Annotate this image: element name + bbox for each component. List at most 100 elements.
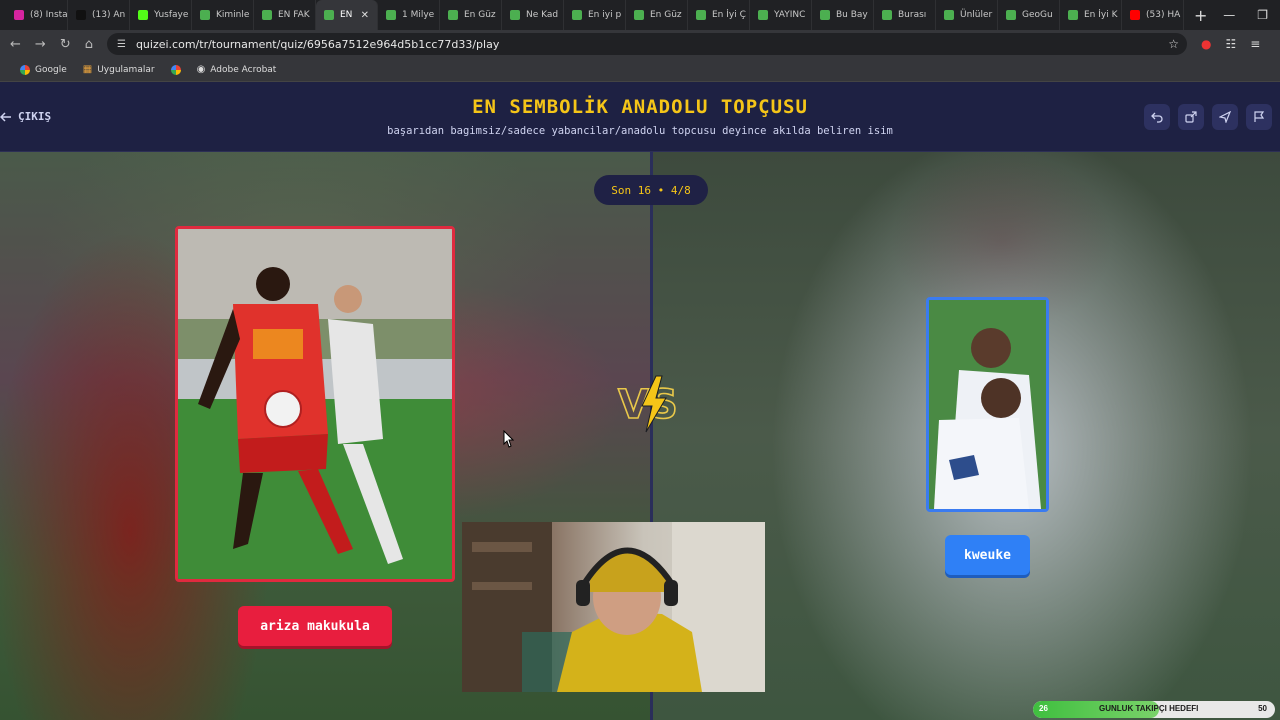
browser-tab[interactable]: Ünlüler xyxy=(936,0,998,30)
right-choice-image[interactable] xyxy=(926,297,1049,512)
url-field[interactable]: ☰ quizei.com/tr/tournament/quiz/6956a751… xyxy=(106,33,1187,55)
mouse-cursor-icon xyxy=(503,430,514,448)
browser-tab[interactable]: YAYINC xyxy=(750,0,812,30)
new-tab-button[interactable]: + xyxy=(1184,6,1217,25)
browser-tab[interactable]: Burası xyxy=(874,0,936,30)
browser-tab[interactable]: Yusfaye xyxy=(130,0,192,30)
tab-favicon-icon xyxy=(76,10,86,20)
tab-label: 1 Milye xyxy=(402,10,435,20)
extension-badge-icon[interactable]: ● xyxy=(1201,37,1211,51)
back-icon[interactable]: ← xyxy=(10,37,21,52)
left-choice-button[interactable]: ariza makukula xyxy=(238,606,392,646)
browser-tab-bar: (8) Insta (13) An Yusfaye Kiminle EN FAK EN ✕ 1… xyxy=(0,0,1280,30)
browser-tab[interactable]: (53) HA xyxy=(1122,0,1184,30)
tab-label: (13) An xyxy=(92,10,126,20)
url-text: quizei.com/tr/tournament/quiz/6956a7512e… xyxy=(135,37,500,51)
tab-label: EN FAK xyxy=(278,10,310,20)
send-icon xyxy=(1219,111,1231,123)
tab-label: (53) HA xyxy=(1146,10,1181,20)
browser-tab[interactable]: (13) An xyxy=(68,0,130,30)
tab-label: En İyi K xyxy=(1084,10,1118,20)
browser-tab[interactable]: En İyi Ç xyxy=(688,0,750,30)
tab-label: En Güz xyxy=(650,10,682,20)
browser-tab[interactable]: Bu Bay xyxy=(812,0,874,30)
quiz-subtitle: başarıdan bagimsiz/sadece yabancilar/ana… xyxy=(387,125,893,137)
home-icon[interactable]: ⌂ xyxy=(85,37,93,52)
tab-label: En iyi p xyxy=(588,10,622,20)
browser-tab[interactable]: En İyi K xyxy=(1060,0,1122,30)
browser-tab[interactable]: Ne Kad xyxy=(502,0,564,30)
forward-icon[interactable]: → xyxy=(35,37,46,52)
tab-favicon-icon xyxy=(1130,10,1140,20)
streamer-webcam-overlay xyxy=(462,522,765,692)
tab-favicon-icon xyxy=(758,10,768,20)
tab-favicon-icon xyxy=(138,10,148,20)
address-bar-row: ← → ↻ ⌂ ☰ quizei.com/tr/tournament/quiz/… xyxy=(0,30,1280,58)
left-choice-image[interactable] xyxy=(175,226,455,582)
browser-tab[interactable]: EN ✕ xyxy=(316,0,378,30)
tab-label: En Güz xyxy=(464,10,496,20)
left-player-photo xyxy=(178,229,452,579)
goal-label: GUNLUK TAKIPÇI HEDEFI xyxy=(1099,704,1199,713)
tab-label: EN xyxy=(340,10,353,20)
tab-favicon-icon xyxy=(572,10,582,20)
share-button[interactable] xyxy=(1178,104,1204,130)
tab-favicon-icon xyxy=(14,10,24,20)
window-controls: — ❐ xyxy=(1223,0,1280,30)
browser-tab[interactable]: 1 Milye xyxy=(378,0,440,30)
matchup-stage: Son 16 • 4/8 ariza makukula VS xyxy=(0,152,1280,720)
media-icon[interactable]: ≡ xyxy=(1250,37,1260,51)
goal-current-value: 26 xyxy=(1039,704,1048,713)
apps-grid-icon: ▦ xyxy=(82,64,93,75)
tab-close-icon[interactable]: ✕ xyxy=(361,10,369,21)
undo-icon xyxy=(1151,112,1163,123)
tab-favicon-icon xyxy=(448,10,458,20)
reload-icon[interactable]: ↻ xyxy=(60,37,71,52)
undo-button[interactable] xyxy=(1144,104,1170,130)
share-icon xyxy=(1185,111,1197,123)
bookmark-star-icon[interactable]: ☆ xyxy=(1168,37,1179,51)
browser-tab[interactable]: GeoGu xyxy=(998,0,1060,30)
quiz-title: EN SEMBOLİK ANADOLU TOPÇUSU xyxy=(472,96,808,118)
tab-label: Kiminle xyxy=(216,10,250,20)
tab-favicon-icon xyxy=(200,10,210,20)
browser-tab[interactable]: En iyi p xyxy=(564,0,626,30)
tab-label: YAYINC xyxy=(774,10,806,20)
bookmark-chrome[interactable] xyxy=(170,64,181,75)
tab-favicon-icon xyxy=(1068,10,1078,20)
browser-tab[interactable]: Kiminle xyxy=(192,0,254,30)
tab-label: Bu Bay xyxy=(836,10,868,20)
tab-favicon-icon xyxy=(944,10,954,20)
tab-label: Ünlüler xyxy=(960,10,993,20)
browser-tab[interactable]: En Güz xyxy=(626,0,688,30)
bookmark-apps[interactable]: ▦ Uygulamalar xyxy=(83,64,155,75)
tab-label: (8) Insta xyxy=(30,10,68,20)
flag-icon xyxy=(1254,111,1265,122)
restore-icon[interactable]: ❐ xyxy=(1257,8,1268,22)
bookmarks-bar: Google ▦ Uygulamalar ◉ Adobe Acrobat xyxy=(0,58,1280,82)
tab-favicon-icon xyxy=(696,10,706,20)
tab-favicon-icon xyxy=(386,10,396,20)
report-button[interactable] xyxy=(1246,104,1272,130)
tab-favicon-icon xyxy=(882,10,892,20)
site-info-icon[interactable]: ☰ xyxy=(117,39,126,50)
browser-tab[interactable]: (8) Insta xyxy=(6,0,68,30)
globe-icon: ◉ xyxy=(196,64,206,75)
header-actions xyxy=(1144,104,1272,130)
tab-favicon-icon xyxy=(324,10,334,20)
minimize-icon[interactable]: — xyxy=(1223,8,1235,22)
bookmark-google[interactable]: Google xyxy=(20,64,67,75)
tab-favicon-icon xyxy=(634,10,644,20)
browser-tab[interactable]: EN FAK xyxy=(254,0,316,30)
send-button[interactable] xyxy=(1212,104,1238,130)
tab-favicon-icon xyxy=(262,10,272,20)
daily-follower-goal-bar: 26 GUNLUK TAKIPÇI HEDEFI 50 xyxy=(1033,701,1275,718)
right-choice-button[interactable]: kweuke xyxy=(945,535,1030,575)
round-badge: Son 16 • 4/8 xyxy=(594,175,708,205)
tab-favicon-icon xyxy=(510,10,520,20)
tab-favicon-icon xyxy=(820,10,830,20)
tab-label: En İyi Ç xyxy=(712,10,746,20)
browser-tab[interactable]: En Güz xyxy=(440,0,502,30)
extensions-icon[interactable]: ☷ xyxy=(1225,37,1236,51)
bookmark-adobe-acrobat[interactable]: ◉ Adobe Acrobat xyxy=(197,64,277,75)
